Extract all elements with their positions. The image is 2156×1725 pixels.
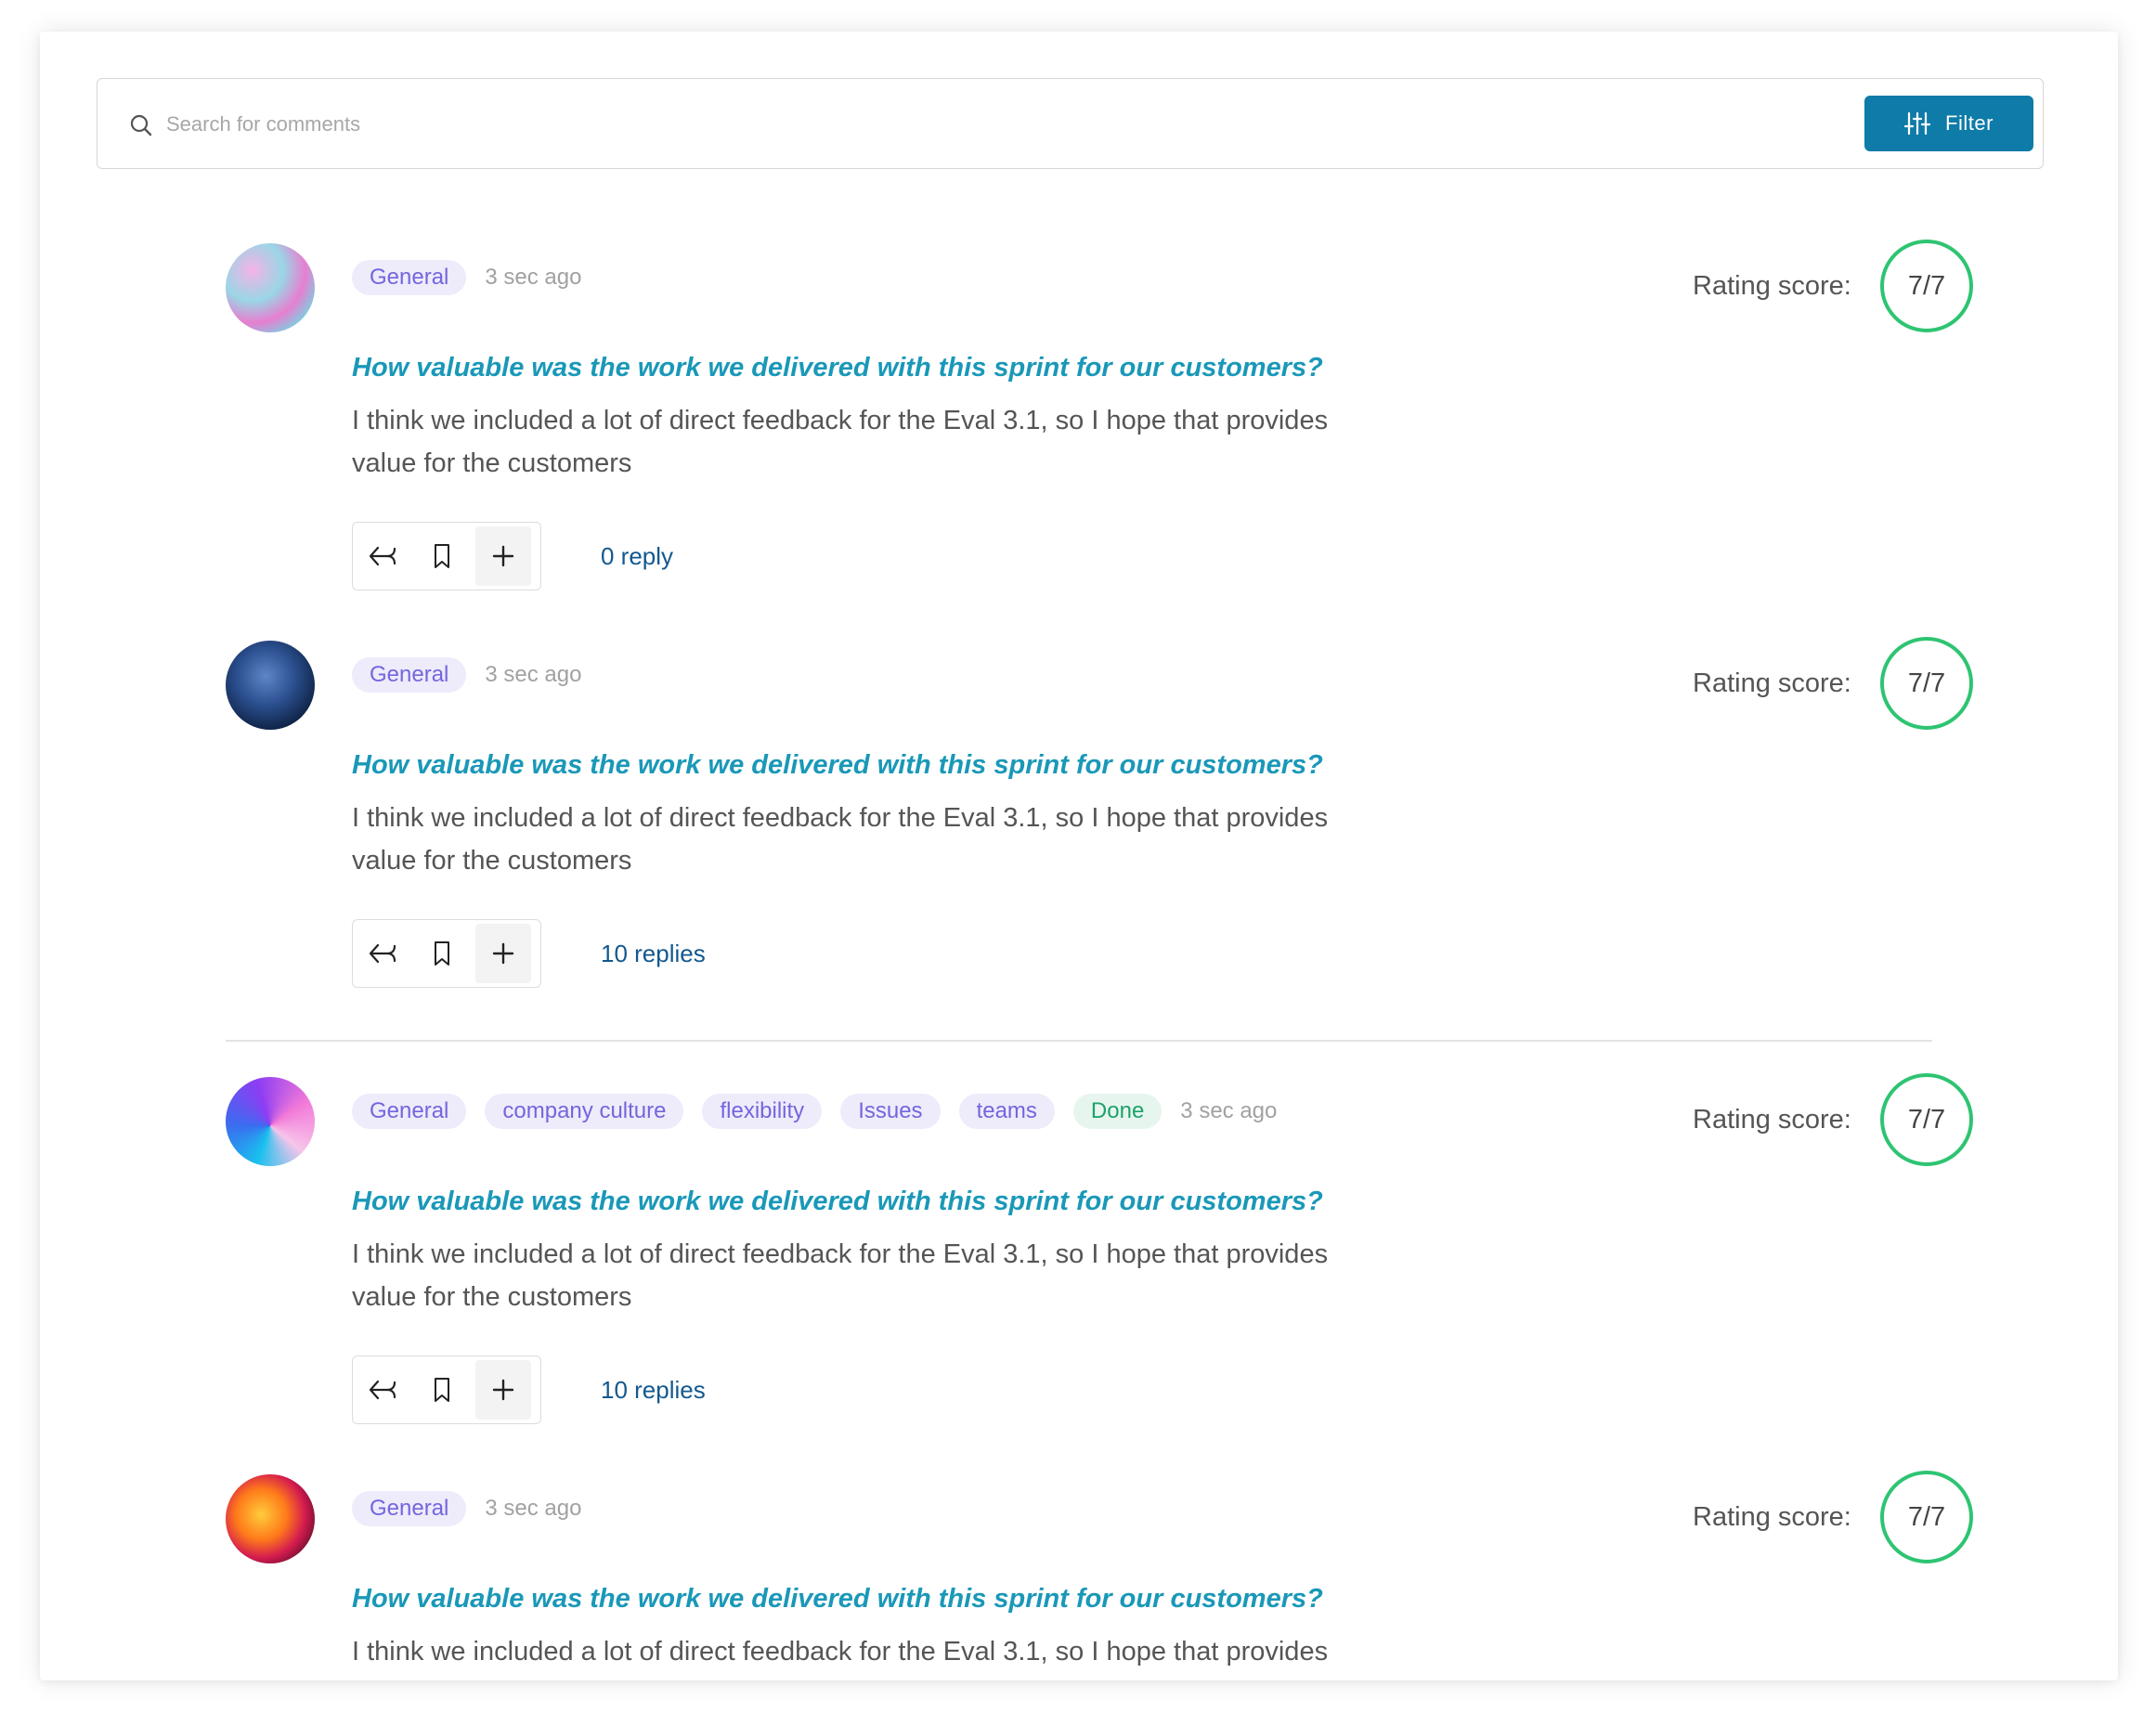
reply-button[interactable]	[353, 920, 412, 987]
timestamp: 3 sec ago	[485, 265, 582, 290]
avatar[interactable]	[226, 243, 315, 332]
rating-label: Rating score:	[1693, 668, 1851, 698]
rating-score-badge: 7/7	[1880, 240, 1973, 332]
sliders-icon	[1904, 111, 1931, 136]
tag-general[interactable]: General	[352, 657, 467, 693]
search-input[interactable]	[164, 103, 1747, 146]
plus-icon	[492, 545, 514, 567]
bookmark-button[interactable]	[412, 1356, 472, 1423]
reply-arrow-icon	[369, 546, 396, 566]
timestamp: 3 sec ago	[485, 1496, 582, 1521]
reply-button[interactable]	[353, 523, 412, 590]
comment-question: How valuable was the work we delivered w…	[352, 750, 1323, 780]
reply-arrow-icon	[369, 943, 396, 964]
add-button[interactable]	[475, 1360, 531, 1420]
tag-issues[interactable]: Issues	[840, 1094, 941, 1129]
comment-tags: General 3 sec ago	[352, 657, 581, 693]
replies-link[interactable]: 10 replies	[601, 940, 706, 968]
tag-general[interactable]: General	[352, 1491, 467, 1526]
comment-body: I think we included a lot of direct feed…	[352, 1637, 1329, 1680]
bookmark-icon	[435, 544, 449, 568]
divider	[226, 1040, 1932, 1042]
replies-link[interactable]: 10 replies	[601, 1376, 706, 1405]
bookmark-button[interactable]	[412, 523, 472, 590]
rating-score-badge: 7/7	[1880, 637, 1973, 730]
bookmark-icon	[435, 941, 449, 966]
comments-panel: Filter General 3 sec ago How valuable wa…	[40, 32, 2118, 1680]
avatar[interactable]	[226, 641, 315, 730]
bookmark-icon	[435, 1378, 449, 1402]
plus-icon	[492, 1379, 514, 1401]
rating-score-badge: 7/7	[1880, 1471, 1973, 1563]
rating-label: Rating score:	[1693, 271, 1851, 301]
avatar[interactable]	[226, 1474, 315, 1563]
reply-arrow-icon	[369, 1380, 396, 1400]
search-bar: Filter	[97, 78, 2044, 169]
comment-body: I think we included a lot of direct feed…	[352, 803, 1329, 875]
comment-actions	[352, 1355, 541, 1424]
add-button[interactable]	[475, 526, 531, 586]
comment-body: I think we included a lot of direct feed…	[352, 1239, 1329, 1312]
tag-general[interactable]: General	[352, 1094, 467, 1129]
avatar[interactable]	[226, 1077, 315, 1166]
timestamp: 3 sec ago	[485, 662, 582, 687]
comment-body: I think we included a lot of direct feed…	[352, 406, 1329, 478]
comment-question: How valuable was the work we delivered w…	[352, 353, 1323, 383]
comment-actions	[352, 919, 541, 988]
plus-icon	[492, 942, 514, 965]
rating-label: Rating score:	[1693, 1502, 1851, 1532]
replies-link[interactable]: 0 reply	[601, 542, 673, 571]
status-badge[interactable]: Done	[1072, 1094, 1162, 1129]
reply-button[interactable]	[353, 1356, 412, 1423]
comment-question: How valuable was the work we delivered w…	[352, 1187, 1323, 1216]
comment-tags: General 3 sec ago	[352, 260, 581, 295]
rating-score-badge: 7/7	[1880, 1073, 1973, 1166]
tag-company-culture[interactable]: company culture	[485, 1094, 684, 1129]
rating-label: Rating score:	[1693, 1105, 1851, 1135]
tag-teams[interactable]: teams	[958, 1094, 1055, 1129]
filter-button[interactable]: Filter	[1864, 96, 2033, 151]
tag-flexibility[interactable]: flexibility	[702, 1094, 823, 1129]
bookmark-button[interactable]	[412, 920, 472, 987]
filter-label: Filter	[1945, 111, 1994, 135]
add-button[interactable]	[475, 924, 531, 983]
comment-actions	[352, 522, 541, 590]
comment-question: How valuable was the work we delivered w…	[352, 1584, 1323, 1614]
search-icon	[130, 114, 152, 136]
comment-tags: General company culture flexibility Issu…	[352, 1094, 1277, 1129]
timestamp: 3 sec ago	[1180, 1098, 1278, 1123]
tag-general[interactable]: General	[352, 260, 467, 295]
comment-tags: General 3 sec ago	[352, 1491, 581, 1526]
